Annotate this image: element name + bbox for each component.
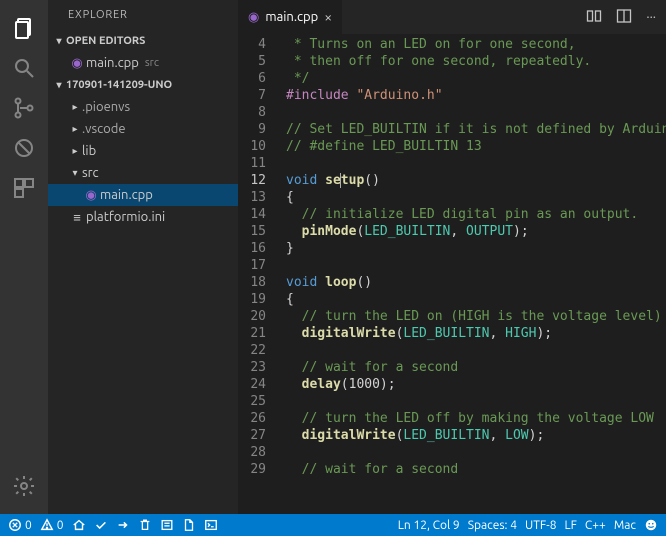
status-cursor[interactable]: Ln 12, Col 9 xyxy=(398,519,460,532)
file-main-cpp[interactable]: ◉ main.cpp xyxy=(48,184,238,206)
error-icon xyxy=(8,518,22,532)
folder-src[interactable]: ▾ src xyxy=(48,162,238,184)
open-editor-dir: src xyxy=(145,57,159,69)
compare-icon[interactable] xyxy=(586,8,602,27)
activity-explorer-icon[interactable] xyxy=(0,8,48,48)
file-label: platformio.ini xyxy=(86,210,165,224)
project-label: 170901-141209-UNO xyxy=(66,79,172,91)
status-upload-icon[interactable] xyxy=(116,518,130,532)
project-header[interactable]: ▾ 170901-141209-UNO xyxy=(48,74,238,96)
status-home-icon[interactable] xyxy=(72,518,86,532)
status-os[interactable]: Mac xyxy=(614,519,636,532)
ini-file-icon: ≡ xyxy=(68,210,86,225)
status-trash-icon[interactable] xyxy=(138,518,152,532)
code-content[interactable]: * Turns on an LED on for one second, * t… xyxy=(278,34,666,514)
cpp-file-icon: ◉ xyxy=(68,56,86,71)
line-gutter: 4567891011121314151617181920212223242526… xyxy=(238,34,278,514)
open-editor-name: main.cpp xyxy=(86,56,139,70)
tab-label: main.cpp xyxy=(265,10,318,24)
status-eol[interactable]: LF xyxy=(564,519,576,532)
more-icon[interactable]: ··· xyxy=(646,10,656,24)
chevron-right-icon: ▸ xyxy=(68,101,82,113)
activity-bar xyxy=(0,0,48,514)
split-editor-icon[interactable] xyxy=(616,8,632,27)
warning-icon xyxy=(40,518,54,532)
cpp-file-icon: ◉ xyxy=(248,10,259,25)
status-spaces[interactable]: Spaces: 4 xyxy=(468,519,517,532)
editor-group: ◉ main.cpp × ··· 45678910111213141516171… xyxy=(238,0,666,514)
status-warnings[interactable]: 0 xyxy=(40,518,64,532)
chevron-down-icon: ▾ xyxy=(52,79,66,91)
status-encoding[interactable]: UTF-8 xyxy=(525,519,556,532)
status-terminal-icon[interactable] xyxy=(204,518,218,532)
activity-debug-icon[interactable] xyxy=(0,128,48,168)
folder-vscode[interactable]: ▸ .vscode xyxy=(48,118,238,140)
open-editors-label: OPEN EDITORS xyxy=(66,35,145,47)
status-new-file-icon[interactable] xyxy=(182,518,196,532)
activity-extensions-icon[interactable] xyxy=(0,168,48,208)
status-check-icon[interactable] xyxy=(94,518,108,532)
sidebar-title: EXPLORER xyxy=(48,0,238,30)
status-lang[interactable]: C++ xyxy=(585,519,606,532)
folder-label: .vscode xyxy=(82,122,126,136)
open-editor-item[interactable]: ◉ main.cpp src xyxy=(48,52,238,74)
chevron-right-icon: ▸ xyxy=(68,123,82,135)
sidebar: EXPLORER ▾ OPEN EDITORS ◉ main.cpp src ▾… xyxy=(48,0,238,514)
file-platformio-ini[interactable]: ≡ platformio.ini xyxy=(48,206,238,228)
code-editor[interactable]: 4567891011121314151617181920212223242526… xyxy=(238,34,666,514)
folder-lib[interactable]: ▸ lib xyxy=(48,140,238,162)
status-tasks-icon[interactable] xyxy=(160,518,174,532)
folder-label: .pioenvs xyxy=(82,100,130,114)
chevron-down-icon: ▾ xyxy=(68,167,82,179)
file-label: main.cpp xyxy=(100,188,153,202)
chevron-right-icon: ▸ xyxy=(68,145,82,157)
status-bar: 0 0 Ln 12, Col 9 Spaces: 4 UTF-8 LF C++ … xyxy=(0,514,666,536)
activity-search-icon[interactable] xyxy=(0,48,48,88)
chevron-down-icon: ▾ xyxy=(52,35,66,47)
tab-main-cpp[interactable]: ◉ main.cpp × xyxy=(238,0,343,34)
folder-pioenvs[interactable]: ▸ .pioenvs xyxy=(48,96,238,118)
activity-scm-icon[interactable] xyxy=(0,88,48,128)
open-editors-header[interactable]: ▾ OPEN EDITORS xyxy=(48,30,238,52)
close-icon[interactable]: × xyxy=(324,9,332,25)
status-errors[interactable]: 0 xyxy=(8,518,32,532)
cpp-file-icon: ◉ xyxy=(82,188,100,203)
activity-settings-icon[interactable] xyxy=(0,466,48,506)
tab-bar: ◉ main.cpp × ··· xyxy=(238,0,666,34)
status-feedback-icon[interactable] xyxy=(644,518,658,532)
folder-label: src xyxy=(82,166,99,180)
folder-label: lib xyxy=(82,144,96,158)
